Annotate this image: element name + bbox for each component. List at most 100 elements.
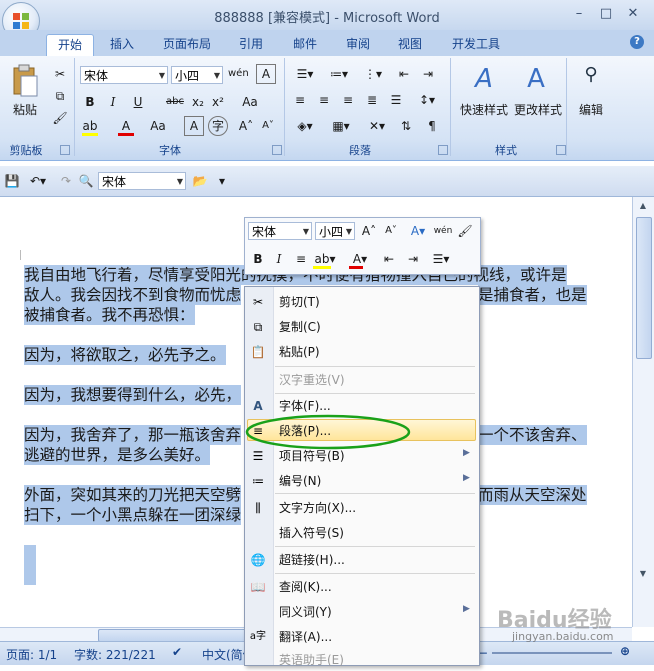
page-count[interactable]: 页面: 1/1 — [6, 646, 57, 663]
font-group-label: 字体 — [159, 144, 181, 157]
character-shading-icon[interactable]: A — [184, 116, 204, 136]
menu-item-translate[interactable]: a字 翻译(A)... — [245, 626, 479, 648]
center-icon[interactable]: ≡ — [291, 249, 311, 269]
decrease-indent-icon[interactable]: ⇤ — [379, 249, 399, 269]
increase-indent-icon[interactable]: ⇥ — [403, 249, 423, 269]
menu-item-paste[interactable]: 📋 粘贴(P) — [245, 341, 479, 363]
chinese-layout-icon[interactable]: ✕▾ — [362, 116, 392, 136]
font-launcher-icon[interactable] — [272, 145, 282, 155]
scroll-down-icon[interactable]: ▼ — [636, 569, 650, 581]
zoom-plus-icon[interactable]: ⊕ — [620, 644, 630, 658]
paste-button[interactable] — [8, 62, 42, 102]
tab-review[interactable]: 审阅 — [337, 34, 379, 56]
paragraph-launcher-icon[interactable] — [438, 145, 448, 155]
minimize-button[interactable]: – — [568, 6, 590, 22]
italic-icon[interactable]: I — [269, 249, 289, 269]
doc-line-7: 逃避的世界，是多么美好。 — [24, 445, 211, 465]
menu-item-numbering[interactable]: ≔ 编号(N) ▶ — [245, 470, 479, 492]
word-count[interactable]: 字数: 221/221 — [74, 646, 156, 663]
mini-font-combo[interactable]: 宋体 ▼ — [248, 222, 312, 240]
strikethrough-icon[interactable]: abc — [164, 92, 186, 112]
menu-item-lookup[interactable]: 📖 查阅(K)... — [245, 576, 479, 598]
print-preview-icon[interactable]: 🔍 — [76, 171, 96, 191]
change-styles-button[interactable]: A — [512, 64, 560, 134]
menu-item-hyperlink[interactable]: 🌐 超链接(H)... — [245, 549, 479, 571]
scroll-up-icon[interactable]: ▲ — [636, 201, 650, 213]
styles-icon[interactable]: A▾ — [405, 221, 431, 241]
help-icon[interactable]: ? — [630, 35, 644, 49]
vertical-scrollbar[interactable]: ▲ ▼ — [632, 197, 654, 627]
tab-references[interactable]: 引用 — [230, 34, 272, 56]
qat-font-combo[interactable]: 宋体 ▼ — [98, 172, 186, 190]
tab-mailings[interactable]: 邮件 — [284, 34, 326, 56]
restore-button[interactable]: □ — [595, 6, 617, 22]
borders-icon[interactable]: ▦▾ — [326, 116, 356, 136]
clear-formatting-icon[interactable]: Aa — [240, 92, 260, 112]
multilevel-list-icon[interactable]: ⋮▾ — [358, 64, 388, 84]
grow-font-icon[interactable]: A˄ — [236, 116, 256, 136]
format-painter-icon[interactable]: 🖌 — [455, 221, 475, 241]
bullets-icon[interactable]: ☰▾ — [290, 64, 320, 84]
customize-qat-icon[interactable]: ▾ — [212, 171, 232, 191]
shrink-font-icon[interactable]: A˅ — [258, 116, 278, 136]
menu-item-synonyms[interactable]: 同义词(Y) ▶ — [245, 601, 479, 623]
bold-icon[interactable]: B — [248, 249, 268, 269]
show-marks-icon[interactable]: ¶ — [422, 116, 442, 136]
underline-icon[interactable]: U — [128, 92, 148, 112]
zoom-slider[interactable] — [492, 652, 612, 654]
redo-icon[interactable]: ↷ — [56, 171, 76, 191]
font-name-value: 宋体 — [84, 69, 109, 83]
undo-icon[interactable]: ↶▾ — [24, 171, 52, 191]
proofing-icon[interactable]: ✔ — [172, 645, 182, 659]
mini-size-combo[interactable]: 小四 ▼ — [315, 222, 355, 240]
font-name-combo[interactable]: 宋体 ▼ — [80, 66, 168, 84]
increase-indent-icon[interactable]: ⇥ — [418, 64, 438, 84]
tab-home[interactable]: 开始 — [46, 34, 94, 57]
superscript-icon[interactable]: x² — [208, 92, 228, 112]
bold-icon[interactable]: B — [80, 92, 100, 112]
vertical-scroll-thumb[interactable] — [636, 217, 652, 359]
line-spacing-icon[interactable]: ↕▾ — [412, 90, 442, 110]
align-left-icon[interactable]: ≡ — [290, 90, 310, 110]
numbering-icon[interactable]: ≔▾ — [324, 64, 354, 84]
justify-icon[interactable]: ≣ — [362, 90, 382, 110]
menu-item-copy[interactable]: ⧉ 复制(C) — [245, 316, 479, 338]
align-center-icon[interactable]: ≡ — [314, 90, 334, 110]
menu-item-english-assistant[interactable]: 英语助手(E) — [245, 649, 479, 671]
translate-icon: a字 — [249, 631, 267, 642]
grow-font-icon[interactable]: A˄ — [359, 221, 379, 241]
menu-item-reconvert[interactable]: 汉字重选(V) — [245, 369, 479, 391]
quick-styles-button[interactable]: A — [460, 64, 508, 134]
subscript-icon[interactable]: x₂ — [188, 92, 208, 112]
copy-icon[interactable]: ⧉ — [50, 86, 70, 106]
save-icon[interactable]: 💾 — [2, 171, 22, 191]
tab-page-layout[interactable]: 页面布局 — [156, 34, 218, 56]
enclose-characters-icon[interactable]: 字 — [208, 116, 228, 136]
align-right-icon[interactable]: ≡ — [338, 90, 358, 110]
shrink-font-icon[interactable]: A˅ — [381, 221, 401, 241]
editing-button[interactable]: ⚲ — [572, 64, 610, 134]
menu-item-insert-symbol[interactable]: 插入符号(S) — [245, 522, 479, 544]
clipboard-launcher-icon[interactable] — [60, 145, 70, 155]
sort-icon[interactable]: ⇅ — [396, 116, 416, 136]
change-case-icon[interactable]: Aa — [148, 116, 168, 136]
tab-developer[interactable]: 开发工具 — [443, 34, 509, 56]
distributed-icon[interactable]: ☰ — [386, 90, 406, 110]
menu-item-cut[interactable]: ✂ 剪切(T) — [245, 291, 479, 313]
phonetic-guide-icon[interactable]: wén — [228, 64, 249, 84]
styles-launcher-icon[interactable] — [556, 145, 566, 155]
tab-view[interactable]: 视图 — [389, 34, 431, 56]
cut-icon[interactable]: ✂ — [50, 64, 70, 84]
shading-icon[interactable]: ◈▾ — [290, 116, 320, 136]
format-painter-icon[interactable]: 🖌 — [50, 108, 70, 128]
font-size-combo[interactable]: 小四 ▼ — [171, 66, 223, 84]
character-border-icon[interactable]: A — [256, 64, 276, 84]
phonetic-guide-icon[interactable]: wén — [433, 221, 453, 241]
open-folder-icon[interactable]: 📂 — [190, 171, 210, 191]
bullets-icon[interactable]: ☰▾ — [427, 249, 455, 269]
decrease-indent-icon[interactable]: ⇤ — [394, 64, 414, 84]
italic-icon[interactable]: I — [103, 92, 123, 112]
close-button[interactable]: ✕ — [622, 6, 644, 22]
menu-item-text-direction[interactable]: ⫼ 文字方向(X)... — [245, 497, 479, 519]
tab-insert[interactable]: 插入 — [101, 34, 143, 56]
